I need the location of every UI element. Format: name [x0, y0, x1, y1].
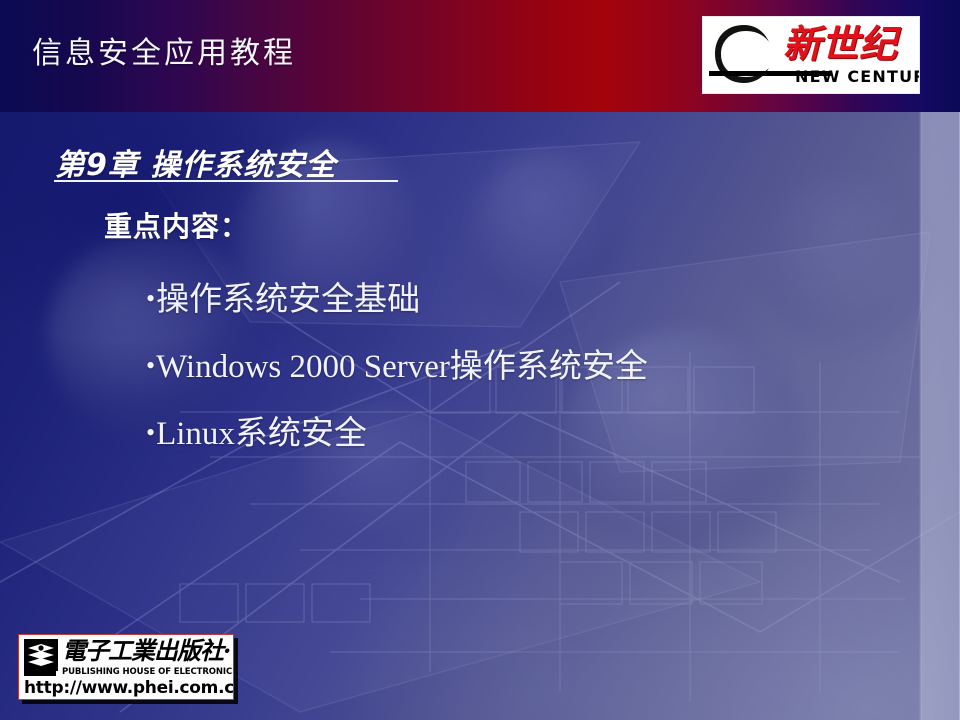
slide-header-band: 信息安全应用教程 新 世 纪 新世纪 NEW CENTURY: [0, 0, 960, 112]
list-item-label: Windows 2000 Server操作系统安全: [156, 349, 648, 385]
list-item: •操作系统安全基础: [146, 266, 906, 333]
publisher-url: http://www.phei.com.cn: [24, 678, 234, 698]
svg-text:世: 世: [739, 52, 750, 66]
chapter-title-underline: [54, 180, 398, 182]
chapter-title: 第9章 操作系统安全: [55, 148, 337, 183]
list-item: •Linux系统安全: [146, 400, 906, 467]
publisher-divider-bar: [24, 671, 56, 676]
presentation-slide: 信息安全应用教程 新 世 纪 新世纪 NEW CENTURY 第9章 操作系统安…: [0, 0, 960, 720]
brand-chinese-name: 新世纪: [783, 22, 898, 66]
publisher-logo: 電子工業出版社· PUBLISHING HOUSE OF ELECTRONICS…: [18, 634, 234, 700]
brand-english-name: NEW CENTURY: [795, 67, 919, 86]
bullet-marker-icon: •: [146, 418, 156, 447]
right-side-band: [922, 112, 960, 720]
svg-text:新: 新: [739, 40, 750, 54]
bullet-marker-icon: •: [146, 351, 156, 380]
bullet-marker-icon: •: [146, 284, 156, 313]
key-content-subheading: 重点内容：: [104, 210, 250, 243]
list-item-label: Linux系统安全: [156, 416, 367, 452]
phei-book-icon: [24, 639, 58, 671]
publisher-english-name: PUBLISHING HOUSE OF ELECTRONICS INDUSTRY: [62, 667, 234, 677]
publisher-chinese-name: 電子工業出版社·: [62, 636, 231, 665]
brand-logo: 新 世 纪 新世纪 NEW CENTURY: [702, 16, 920, 94]
list-item-label: 操作系统安全基础: [156, 282, 421, 318]
header-title: 信息安全应用教程: [32, 36, 296, 71]
list-item: •Windows 2000 Server操作系统安全: [146, 333, 906, 400]
bullet-list: •操作系统安全基础 •Windows 2000 Server操作系统安全 •Li…: [146, 266, 906, 467]
